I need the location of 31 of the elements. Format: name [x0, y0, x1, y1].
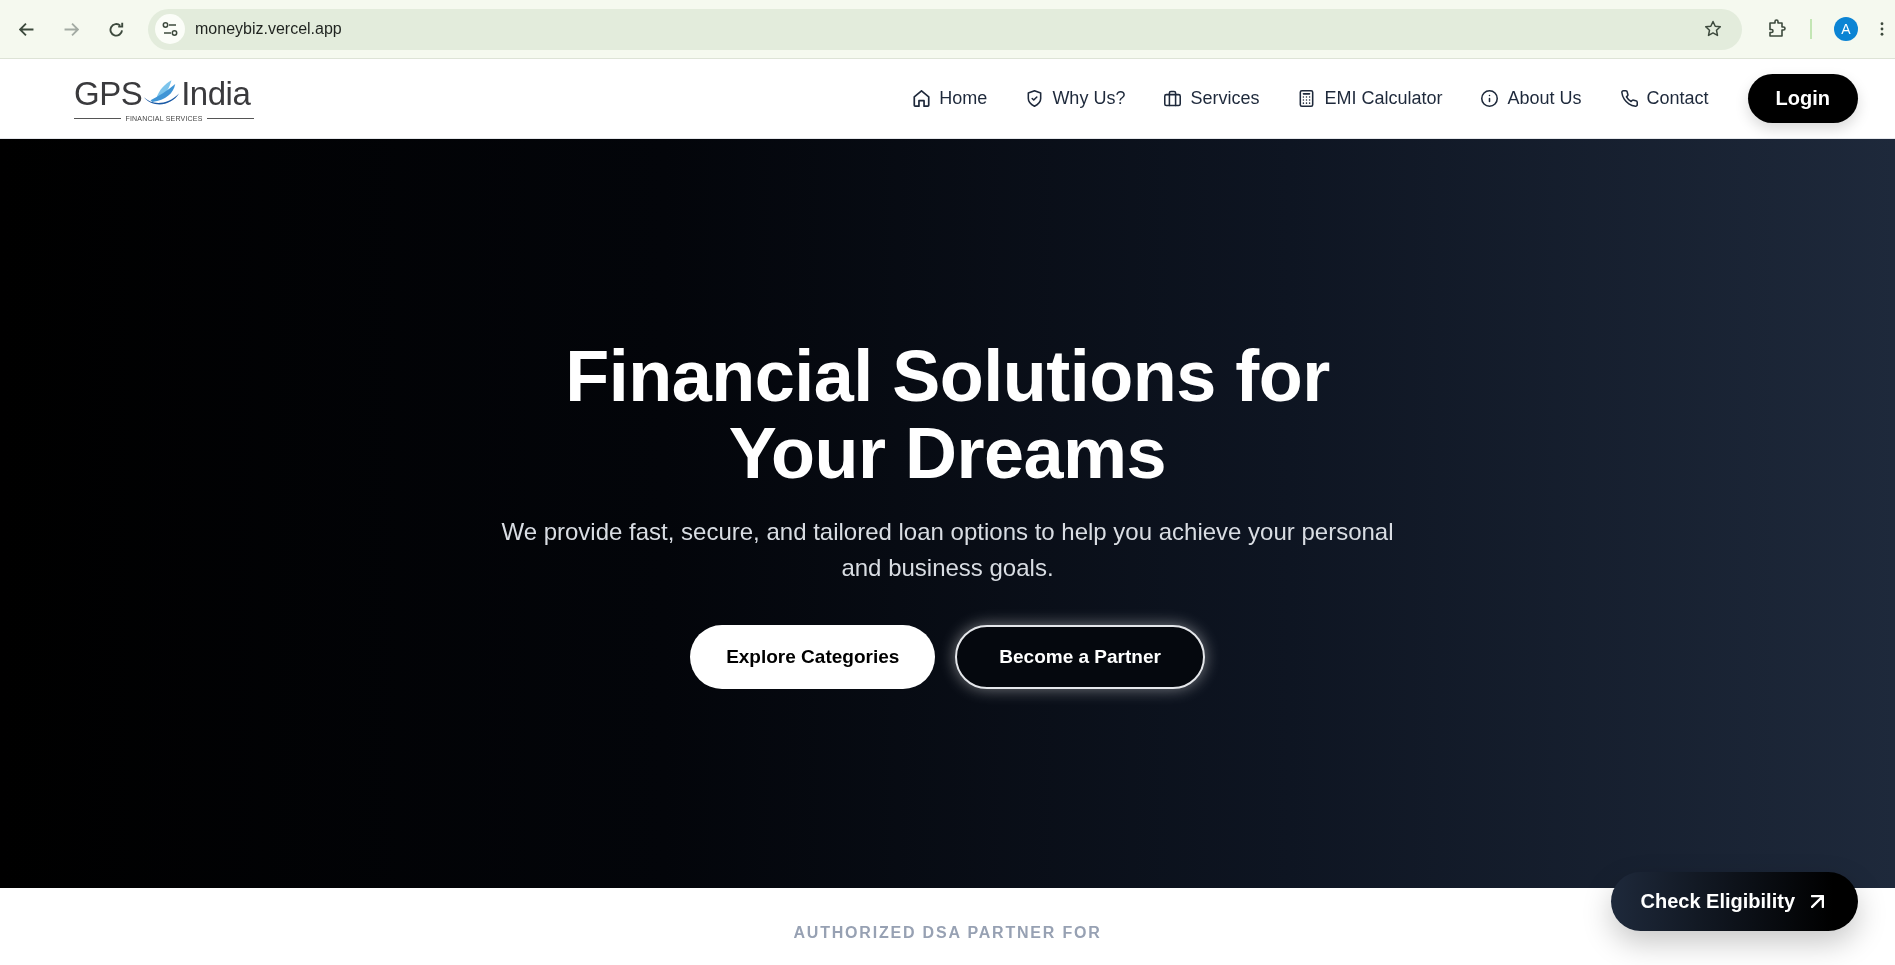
hero-button[interactable]: Explore Categories	[690, 624, 936, 689]
nav-link[interactable]: Contact	[1620, 88, 1709, 109]
extensions-icon[interactable]	[1768, 19, 1788, 39]
info-icon	[1481, 90, 1499, 107]
nav-link[interactable]: Home	[913, 88, 988, 109]
logo-text[interactable]: GPS	[74, 76, 143, 110]
shield-check-icon	[1026, 90, 1044, 107]
arrow-up-right-icon	[1811, 895, 1824, 908]
briefcase-icon	[1164, 90, 1182, 107]
check-eligibility-button[interactable]: Check Eligibility	[1610, 872, 1858, 931]
hero-title: Financial Solutions for Your Dreams	[564, 338, 1331, 493]
address-bar[interactable]: moneybiz.vercel.app	[148, 8, 1742, 50]
hero-subtitle: We provide fast, secure, and tailored loan options to help you achieve your personal and business goals.	[500, 517, 1395, 583]
profile-avatar[interactable]: A	[1834, 17, 1858, 41]
back-arrow-icon[interactable]	[19, 21, 34, 37]
bookmark-star-icon[interactable]	[1704, 20, 1722, 38]
home-icon	[913, 90, 931, 107]
site-settings-icon[interactable]	[155, 14, 185, 44]
reload-icon[interactable]	[109, 21, 124, 37]
url-text: moneybiz.vercel.app	[195, 20, 343, 38]
logo-text[interactable]: India	[181, 76, 251, 110]
calculator-icon	[1298, 90, 1316, 107]
nav-link[interactable]: Why Us?	[1026, 88, 1126, 109]
hero-button[interactable]: Become a Partner	[955, 624, 1205, 689]
nav-link[interactable]: EMI Calculator	[1298, 88, 1443, 109]
nav-link[interactable]: About Us	[1481, 88, 1582, 109]
menu-icon[interactable]	[1880, 22, 1884, 36]
login-button[interactable]: Login	[1747, 74, 1858, 123]
section-heading: AUTHORIZED DSA PARTNER FOR	[793, 924, 1102, 943]
nav-link[interactable]: Services	[1164, 88, 1260, 109]
phone-icon	[1620, 90, 1638, 107]
